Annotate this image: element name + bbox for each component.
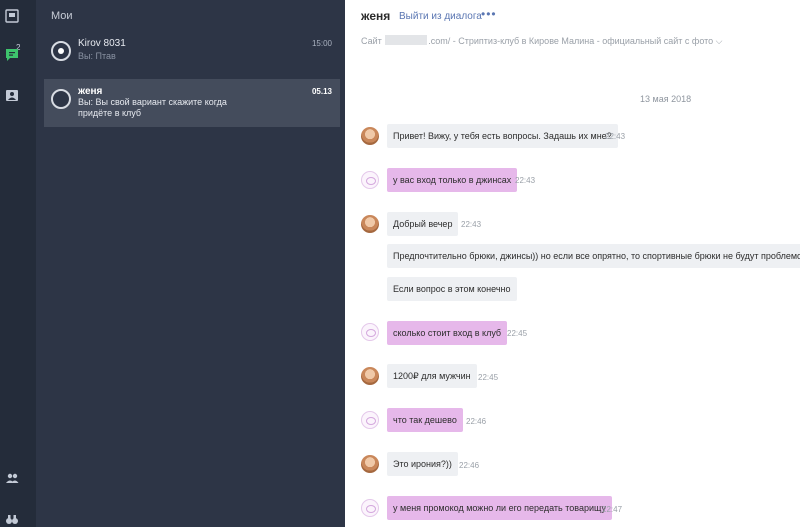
conversation-name: женя [78, 86, 103, 97]
conversation-time: 05.13 [311, 87, 332, 96]
redacted-domain [385, 35, 428, 45]
message-outgoing: у вас вход только в джинсах [387, 168, 518, 192]
conversation-item-active[interactable]: женя Вы: Вы свой вариант скажите когда п… [44, 79, 340, 127]
left-rail: 2 [0, 0, 36, 527]
message-time: 22:43 [605, 132, 626, 141]
conversation-item[interactable]: Kirov 8031 Вы: Птав 15:00 [44, 31, 340, 79]
chat-panel: женя Выйти из диалога ••• Сайт .com/ - С… [345, 0, 800, 527]
chat-icon[interactable] [5, 48, 19, 62]
message-outgoing: что так дешево [387, 408, 463, 432]
message-incoming: Предпочтительно брюки, джинсы)) но если … [387, 244, 800, 268]
conversation-time: 15:00 [311, 39, 332, 48]
users-icon[interactable] [5, 471, 19, 485]
more-options-button[interactable]: ••• [481, 7, 497, 21]
conversation-preview: Вы: Птав [78, 51, 116, 61]
binoculars-icon[interactable] [5, 512, 19, 526]
leave-dialog-link[interactable]: Выйти из диалога [399, 11, 482, 22]
avatar [361, 367, 379, 385]
site-prefix: Сайт [361, 36, 382, 46]
conversation-preview: Вы: Вы свой вариант скажите когда придёт… [78, 97, 227, 118]
avatar [361, 127, 379, 145]
dialog-icon[interactable] [5, 9, 19, 23]
message-outgoing: у меня промокод можно ли его передать то… [387, 496, 612, 520]
avatar [361, 171, 379, 189]
conversation-list: Мои Kirov 8031 Вы: Птав 15:00 женя Вы: В… [36, 0, 345, 527]
site-info[interactable]: Сайт .com/ - Стриптиз-клуб в Кирове Мали… [361, 35, 722, 47]
message-time: 22:45 [478, 373, 499, 382]
avatar [51, 89, 71, 109]
date-separator: 13 мая 2018 [640, 94, 692, 104]
avatar [361, 215, 379, 233]
message-time: 22:47 [602, 505, 623, 514]
message-time: 22:46 [459, 461, 480, 470]
avatar [361, 455, 379, 473]
avatar [361, 499, 379, 517]
message-outgoing: сколько стоит вход в клуб [387, 321, 508, 345]
message-incoming: Привет! Вижу, у тебя есть вопросы. Задаш… [387, 124, 618, 148]
chat-contact-name: женя [361, 9, 391, 23]
message-incoming: Если вопрос в этом конечно [387, 277, 517, 301]
site-title: .com/ - Стриптиз-клуб в Кирове Малина - … [428, 36, 723, 46]
contacts-icon[interactable] [5, 89, 19, 103]
message-incoming: Добрый вечер [387, 212, 459, 236]
list-title: Мои [51, 10, 73, 22]
avatar [361, 323, 379, 341]
avatar [361, 411, 379, 429]
message-incoming: 1200₽ для мужчин [387, 364, 477, 388]
message-time: 22:43 [461, 220, 482, 229]
message-incoming: Это ирония?)) [387, 452, 458, 476]
message-time: 22:43 [515, 176, 536, 185]
avatar [51, 41, 71, 61]
message-time: 22:45 [507, 329, 528, 338]
message-time: 22:46 [466, 417, 487, 426]
conversation-name: Kirov 8031 [78, 38, 126, 49]
